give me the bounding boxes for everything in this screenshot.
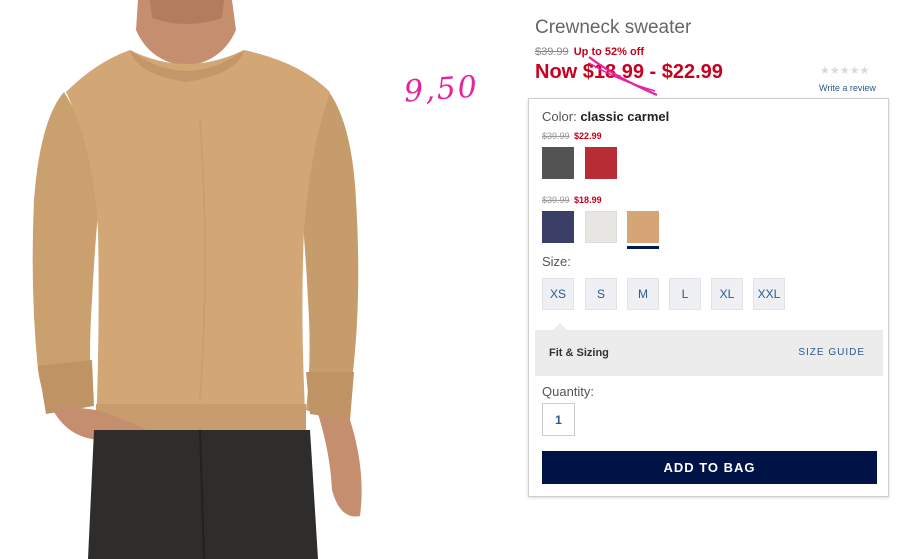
size-option-xs[interactable]: XS [542, 278, 574, 310]
swatch-new-price: $18.99 [574, 195, 602, 205]
color-swatch-classic-carmel[interactable] [627, 211, 659, 249]
fit-sizing-label: Fit & Sizing [549, 347, 609, 359]
fit-notch [553, 323, 567, 330]
product-options-panel: Color: classic carmel $39.99 $22.99 $39.… [528, 98, 889, 497]
swatch-group-price: $39.99 $18.99 [542, 195, 602, 205]
color-swatch-light-grey[interactable] [585, 211, 617, 243]
product-image [0, 0, 400, 559]
size-option-l[interactable]: L [669, 278, 701, 310]
size-option-xl[interactable]: XL [711, 278, 743, 310]
color-swatch-red[interactable] [585, 147, 617, 179]
swatch-old-price: $39.99 [542, 131, 570, 141]
color-swatch-charcoal[interactable] [542, 147, 574, 179]
handwritten-price-annotation: 9,50 [402, 69, 480, 110]
swatch-old-price: $39.99 [542, 195, 570, 205]
product-title: Crewneck sweater [535, 17, 692, 38]
size-label: Size: [542, 254, 571, 269]
current-price-range: Now $18.99 - $22.99 [535, 61, 723, 83]
color-label: Color: classic carmel [542, 109, 669, 124]
original-price: $39.99 [535, 46, 569, 58]
swatch-group-price: $39.99 $22.99 [542, 131, 602, 141]
rating-stars-icon: ★★★★★ [820, 65, 870, 77]
color-label-text: Color: [542, 109, 577, 124]
size-option-xxl[interactable]: XXL [753, 278, 785, 310]
color-swatch-navy[interactable] [542, 211, 574, 243]
fit-sizing-bar[interactable]: Fit & Sizing SIZE GUIDE [535, 323, 883, 376]
size-option-m[interactable]: M [627, 278, 659, 310]
size-guide-link[interactable]: SIZE GUIDE [798, 347, 865, 358]
quantity-label: Quantity: [542, 384, 595, 399]
size-option-s[interactable]: S [585, 278, 617, 310]
quantity-field[interactable]: 1 [542, 403, 575, 436]
write-review-link[interactable]: Write a review [819, 83, 876, 93]
swatch-new-price: $22.99 [574, 131, 602, 141]
add-to-bag-button[interactable]: ADD TO BAG [542, 451, 877, 484]
discount-text: Up to 52% off [573, 46, 644, 58]
sweater-model-photo [32, 0, 362, 559]
selected-color-name: classic carmel [580, 109, 670, 124]
price-summary: $39.99 Up to 52% off [535, 46, 644, 58]
